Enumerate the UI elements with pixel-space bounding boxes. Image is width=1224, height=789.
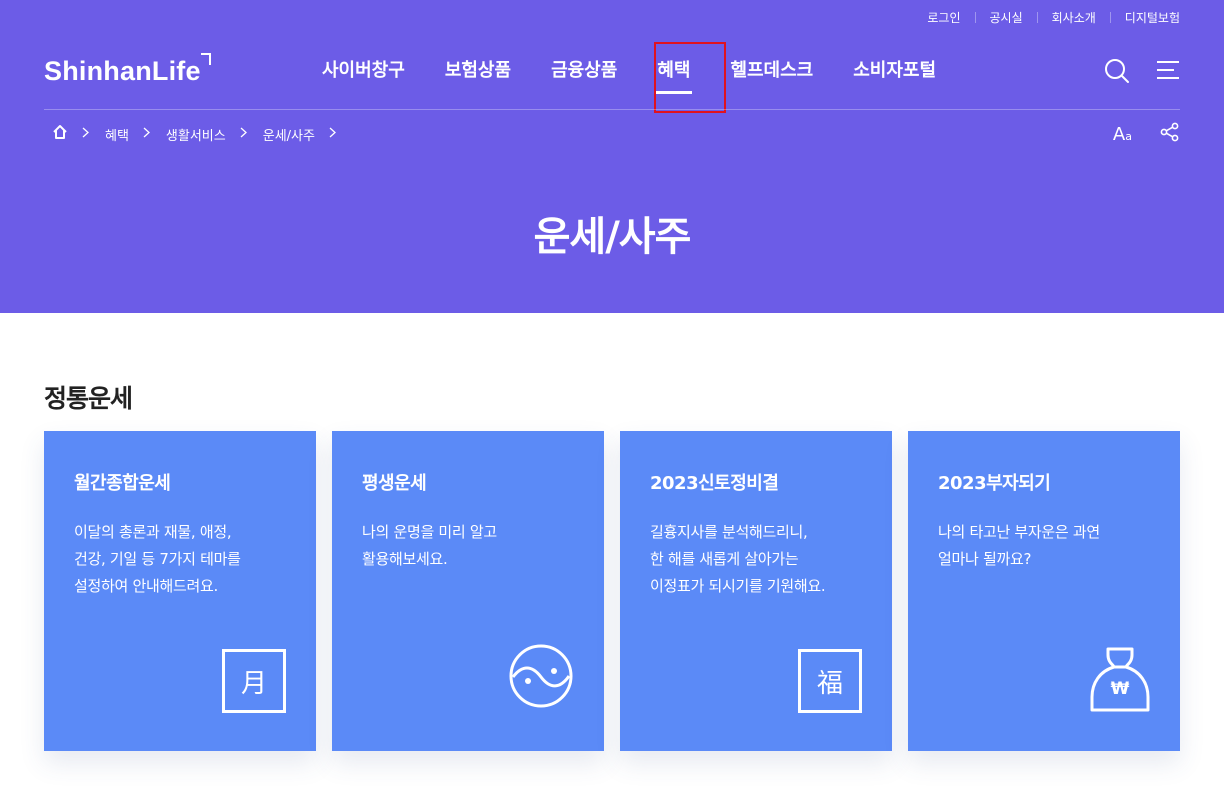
card-monthly-fortune[interactable]: 월간종합운세 이달의 총론과 재물, 애정, 건강, 기일 등 7가지 테마를 … bbox=[44, 431, 316, 751]
page-tools: Aa bbox=[1113, 122, 1180, 146]
breadcrumb: 혜택 생활서비스 운세/사주 bbox=[52, 124, 352, 144]
icon-glyph: ₩ bbox=[1110, 679, 1130, 699]
moon-character-icon: 月 bbox=[222, 649, 286, 713]
nav-financial-products[interactable]: 금융상품 bbox=[531, 56, 637, 86]
company-intro-link[interactable]: 회사소개 bbox=[1052, 9, 1096, 26]
home-icon[interactable] bbox=[52, 124, 68, 144]
card-title: 평생운세 bbox=[362, 473, 427, 494]
nav-insurance-products[interactable]: 보험상품 bbox=[425, 56, 531, 86]
utility-nav: 로그인 공시실 회사소개 디지털보험 bbox=[927, 9, 1180, 26]
utility-divider bbox=[1036, 12, 1038, 23]
shinhanlife-logo[interactable]: ShinhanLife bbox=[44, 53, 211, 87]
hero-header: 로그인 공시실 회사소개 디지털보험 ShinhanLife 사이버창구 보험상… bbox=[0, 0, 1224, 313]
font-size-small: a bbox=[1125, 129, 1132, 143]
card-description: 길흉지사를 분석해드리니, 한 해를 새롭게 살아가는 이정표가 되시기를 기원… bbox=[650, 523, 826, 595]
card-title: 월간종합운세 bbox=[74, 473, 171, 494]
card-title: 2023신토정비결 bbox=[650, 473, 779, 494]
card-tojeong-fortune[interactable]: 2023신토정비결 길흉지사를 분석해드리니, 한 해를 새롭게 살아가는 이정… bbox=[620, 431, 892, 751]
hamburger-menu-icon[interactable] bbox=[1156, 58, 1180, 88]
chevron-right-icon bbox=[143, 127, 150, 142]
section-title: 정통운세 bbox=[44, 384, 133, 413]
chevron-right-icon[interactable] bbox=[329, 127, 336, 142]
disclosure-link[interactable]: 공시실 bbox=[990, 9, 1023, 26]
utility-divider bbox=[1109, 12, 1111, 23]
yin-yang-icon bbox=[508, 643, 574, 713]
card-lifetime-fortune[interactable]: 평생운세 나의 운명을 미리 알고 활용해보세요. bbox=[332, 431, 604, 751]
money-bag-icon: ₩ bbox=[1090, 647, 1150, 713]
card-become-rich[interactable]: 2023부자되기 나의 타고난 부자운은 과연 얼마나 될까요? ₩ bbox=[908, 431, 1180, 751]
breadcrumb-current[interactable]: 운세/사주 bbox=[263, 125, 315, 144]
highlight-box bbox=[654, 42, 726, 113]
page-title: 운세/사주 bbox=[533, 214, 692, 260]
header-icons bbox=[1104, 58, 1180, 88]
logo-text: ShinhanLife bbox=[44, 56, 201, 86]
chevron-right-icon bbox=[82, 127, 89, 142]
digital-insurance-link[interactable]: 디지털보험 bbox=[1125, 9, 1180, 26]
icon-glyph: 福 bbox=[816, 668, 843, 699]
nav-help-desk[interactable]: 헬프데스크 bbox=[710, 56, 833, 86]
card-title: 2023부자되기 bbox=[938, 473, 1051, 494]
breadcrumb-benefits[interactable]: 혜택 bbox=[105, 125, 129, 144]
header-divider bbox=[44, 109, 1180, 110]
fortune-character-icon: 福 bbox=[798, 649, 862, 713]
breadcrumb-life-services[interactable]: 생활서비스 bbox=[166, 125, 226, 144]
utility-divider bbox=[974, 12, 976, 23]
chevron-right-icon bbox=[240, 127, 247, 142]
share-icon[interactable] bbox=[1160, 122, 1180, 146]
main-nav: 사이버창구 보험상품 금융상품 혜택 헬프데스크 소비자포털 bbox=[302, 56, 956, 86]
fortune-cards: 월간종합운세 이달의 총론과 재물, 애정, 건강, 기일 등 7가지 테마를 … bbox=[44, 431, 1180, 751]
font-size-big: A bbox=[1112, 123, 1126, 145]
card-description: 나의 운명을 미리 알고 활용해보세요. bbox=[362, 523, 497, 568]
nav-consumer-portal[interactable]: 소비자포털 bbox=[833, 56, 956, 86]
nav-cyber-counter[interactable]: 사이버창구 bbox=[302, 56, 425, 86]
card-description: 나의 타고난 부자운은 과연 얼마나 될까요? bbox=[938, 523, 1100, 568]
logo-mark-icon bbox=[200, 53, 211, 65]
icon-glyph: 月 bbox=[240, 668, 267, 699]
login-link[interactable]: 로그인 bbox=[927, 9, 960, 26]
search-icon[interactable] bbox=[1104, 58, 1130, 88]
card-description: 이달의 총론과 재물, 애정, 건강, 기일 등 7가지 테마를 설정하여 안내… bbox=[74, 523, 241, 595]
font-size-button[interactable]: Aa bbox=[1113, 124, 1132, 145]
